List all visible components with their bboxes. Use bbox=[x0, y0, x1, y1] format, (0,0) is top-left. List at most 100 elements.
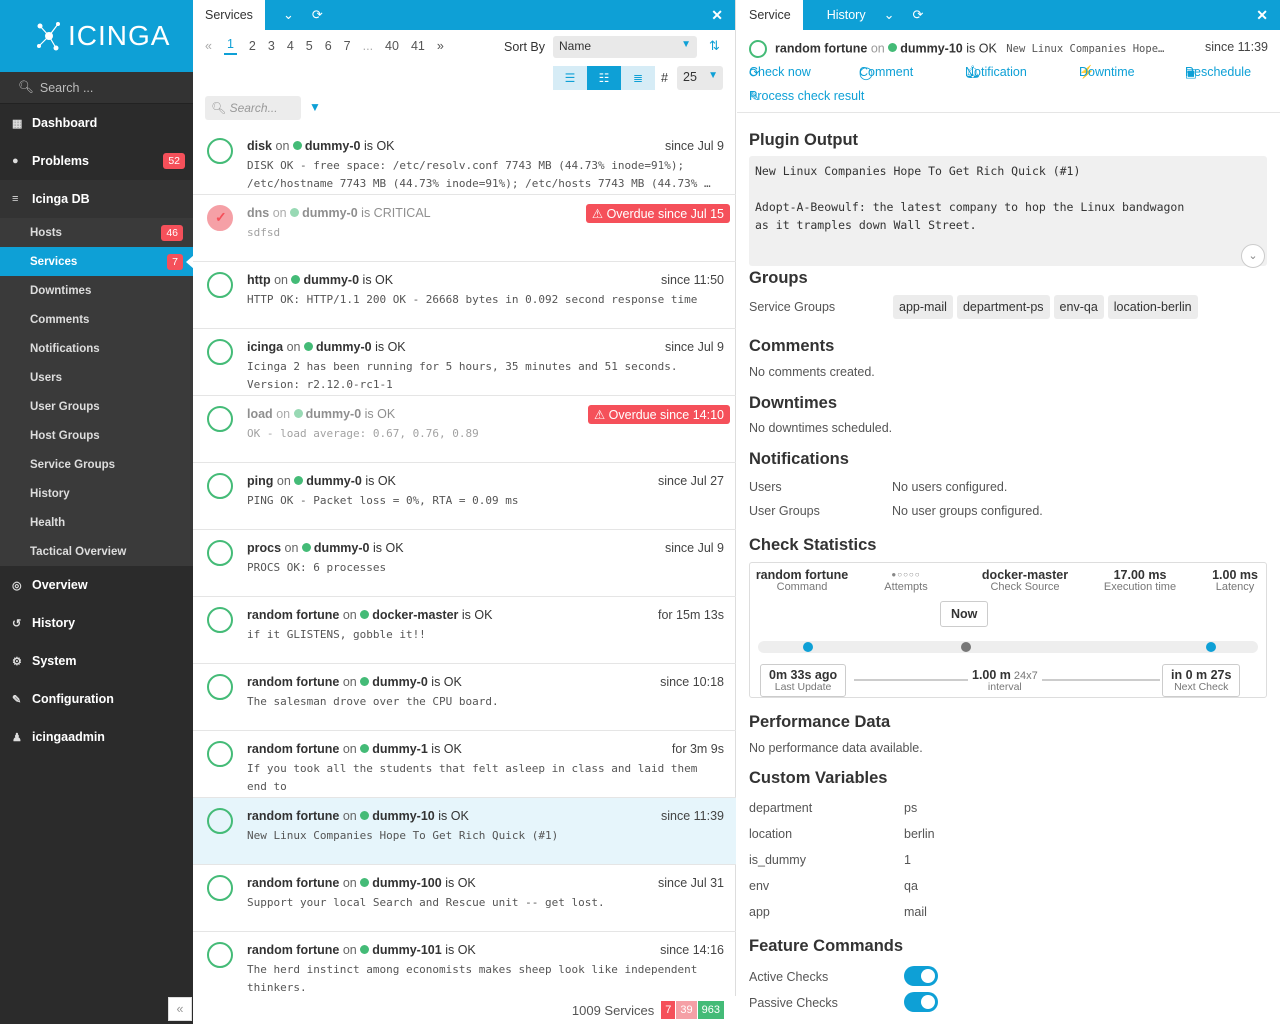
service-name[interactable]: random fortune bbox=[247, 742, 339, 756]
close-icon[interactable]: ✕ bbox=[711, 7, 723, 24]
service-row[interactable]: random fortune on dummy-1 is OK for 3m 9s… bbox=[193, 731, 736, 798]
host-name[interactable]: dummy-10 bbox=[372, 809, 435, 823]
pagination-prev[interactable]: « bbox=[205, 39, 212, 53]
close-icon[interactable]: ✕ bbox=[1256, 7, 1268, 24]
limit-select[interactable]: 25 ▼ bbox=[677, 66, 723, 90]
service-name[interactable]: random fortune bbox=[775, 41, 867, 55]
collapse-sidebar-button[interactable]: « bbox=[168, 997, 192, 1021]
nav-user-account[interactable]: ♟ icingaadmin bbox=[0, 718, 193, 756]
active-checks-toggle[interactable] bbox=[904, 966, 938, 986]
host-name[interactable]: dummy-0 bbox=[306, 407, 362, 421]
sidebar-item-services[interactable]: Services 7 bbox=[0, 247, 194, 276]
host-name[interactable]: dummy-0 bbox=[303, 273, 359, 287]
service-row[interactable]: random fortune on docker-master is OK for… bbox=[193, 597, 736, 664]
sidebar-item-host-groups[interactable]: Host Groups bbox=[0, 421, 193, 450]
expand-chevron-icon[interactable]: ⌄ bbox=[1241, 244, 1265, 268]
filter-icon[interactable]: ▼ bbox=[309, 100, 321, 114]
host-name[interactable]: dummy-0 bbox=[372, 675, 428, 689]
service-row[interactable]: dns on dummy-0 is CRITICAL ⚠ Overdue sinc… bbox=[193, 195, 736, 262]
service-row[interactable]: random fortune on dummy-100 is OK since J… bbox=[193, 865, 736, 932]
pagination-page[interactable]: 40 bbox=[385, 39, 399, 53]
tab-services[interactable]: Services bbox=[193, 0, 265, 30]
nav-dashboard[interactable]: ▦ Dashboard bbox=[0, 104, 193, 142]
pagination-page[interactable]: 2 bbox=[249, 39, 256, 53]
host-name[interactable]: dummy-1 bbox=[372, 742, 428, 756]
sidebar-item-history[interactable]: History bbox=[0, 479, 193, 508]
service-group-tag[interactable]: location-berlin bbox=[1107, 295, 1198, 319]
view-minimal-button[interactable]: ☰ bbox=[553, 66, 587, 90]
service-row[interactable]: procs on dummy-0 is OK since Jul 9 PROCS O… bbox=[193, 530, 736, 597]
service-name[interactable]: disk bbox=[247, 139, 272, 153]
ok-count-badge[interactable]: 963 bbox=[697, 1001, 724, 1019]
sidebar-item-tactical-overview[interactable]: Tactical Overview bbox=[0, 537, 193, 566]
service-row[interactable]: http on dummy-0 is OK since 11:50 HTTP OK:… bbox=[193, 262, 736, 329]
host-name[interactable]: dummy-0 bbox=[306, 474, 362, 488]
host-name[interactable]: dummy-10 bbox=[900, 41, 963, 55]
service-name[interactable]: random fortune bbox=[247, 809, 339, 823]
tab-history[interactable]: History bbox=[827, 8, 866, 22]
pagination-page[interactable]: 4 bbox=[287, 39, 294, 53]
service-row[interactable]: load on dummy-0 is OK ⚠ Overdue since 14:… bbox=[193, 396, 736, 463]
host-name[interactable]: dummy-0 bbox=[305, 139, 361, 153]
host-name[interactable]: dummy-0 bbox=[316, 340, 372, 354]
sidebar-item-service-groups[interactable]: Service Groups bbox=[0, 450, 193, 479]
sort-direction-icon[interactable]: ⇅ bbox=[709, 38, 720, 54]
host-name[interactable]: dummy-0 bbox=[314, 541, 370, 555]
service-group-tag[interactable]: env-qa bbox=[1053, 295, 1104, 319]
refresh-icon[interactable]: ⟳ bbox=[913, 7, 924, 23]
sidebar-item-health[interactable]: Health bbox=[0, 508, 193, 537]
sidebar-item-notifications[interactable]: Notifications bbox=[0, 334, 193, 363]
sidebar-search-input[interactable]: 🔍︎ Search ... bbox=[0, 72, 193, 104]
critical-count-badge[interactable]: 7 bbox=[661, 1001, 676, 1019]
service-name[interactable]: procs bbox=[247, 541, 281, 555]
service-row[interactable]: disk on dummy-0 is OK since Jul 9 DISK OK … bbox=[193, 128, 736, 195]
pagination-page[interactable]: 6 bbox=[325, 39, 332, 53]
sidebar-item-user-groups[interactable]: User Groups bbox=[0, 392, 193, 421]
chevron-down-icon[interactable]: ⌄ bbox=[283, 7, 294, 23]
service-name[interactable]: icinga bbox=[247, 340, 283, 354]
pagination-page[interactable]: 3 bbox=[268, 39, 275, 53]
service-name[interactable]: random fortune bbox=[247, 943, 339, 957]
sidebar-item-users[interactable]: Users bbox=[0, 363, 193, 392]
service-name[interactable]: ping bbox=[247, 474, 273, 488]
critical-handled-count-badge[interactable]: 39 bbox=[676, 1001, 697, 1019]
nav-problems[interactable]: ● Problems 52 bbox=[0, 142, 193, 180]
service-row[interactable]: random fortune on dummy-10 is OK since 11… bbox=[193, 798, 736, 865]
sidebar-item-comments[interactable]: Comments bbox=[0, 305, 193, 334]
service-row[interactable]: icinga on dummy-0 is OK since Jul 9 Icinga… bbox=[193, 329, 736, 396]
nav-system[interactable]: ⚙ System bbox=[0, 642, 193, 680]
service-name[interactable]: dns bbox=[247, 206, 269, 220]
service-name[interactable]: random fortune bbox=[247, 675, 339, 689]
pagination-page[interactable]: 5 bbox=[306, 39, 313, 53]
sort-select[interactable]: Name ▼ bbox=[553, 36, 697, 58]
nav-icinga-db[interactable]: ≡ Icinga DB bbox=[0, 180, 193, 218]
service-group-tag[interactable]: department-ps bbox=[956, 295, 1050, 319]
tab-service[interactable]: Service bbox=[737, 0, 803, 30]
refresh-icon[interactable]: ⟳ bbox=[312, 7, 323, 23]
sidebar-item-hosts[interactable]: Hosts 46 bbox=[0, 218, 193, 247]
pagination-next[interactable]: » bbox=[437, 39, 444, 53]
pagination-page[interactable]: 41 bbox=[411, 39, 425, 53]
service-row[interactable]: ping on dummy-0 is OK since Jul 27 PING OK… bbox=[193, 463, 736, 530]
service-name[interactable]: random fortune bbox=[247, 608, 339, 622]
view-detailed-button[interactable]: ≣ bbox=[621, 66, 655, 90]
pagination-page[interactable]: 7 bbox=[344, 39, 351, 53]
pagination-page[interactable]: 1 bbox=[223, 37, 237, 55]
service-name[interactable]: load bbox=[247, 407, 273, 421]
nav-history[interactable]: ↺ History bbox=[0, 604, 193, 642]
icinga-logo[interactable]: ICINGA bbox=[0, 0, 193, 72]
host-name[interactable]: docker-master bbox=[372, 608, 458, 622]
service-name[interactable]: random fortune bbox=[247, 876, 339, 890]
nav-configuration[interactable]: ✎ Configuration bbox=[0, 680, 193, 718]
view-common-button[interactable]: ☷ bbox=[587, 66, 621, 90]
service-name[interactable]: http bbox=[247, 273, 271, 287]
service-row[interactable]: random fortune on dummy-0 is OK since 10:… bbox=[193, 664, 736, 731]
filter-search-input[interactable]: 🔍︎ Search... bbox=[205, 96, 301, 120]
service-group-tag[interactable]: app-mail bbox=[893, 295, 953, 319]
sidebar-item-downtimes[interactable]: Downtimes bbox=[0, 276, 193, 305]
passive-checks-toggle[interactable] bbox=[904, 992, 938, 1012]
service-row[interactable]: random fortune on dummy-101 is OK since 1… bbox=[193, 932, 736, 999]
host-name[interactable]: dummy-100 bbox=[372, 876, 441, 890]
host-name[interactable]: dummy-101 bbox=[372, 943, 441, 957]
chevron-down-icon[interactable]: ⌄ bbox=[884, 7, 895, 23]
